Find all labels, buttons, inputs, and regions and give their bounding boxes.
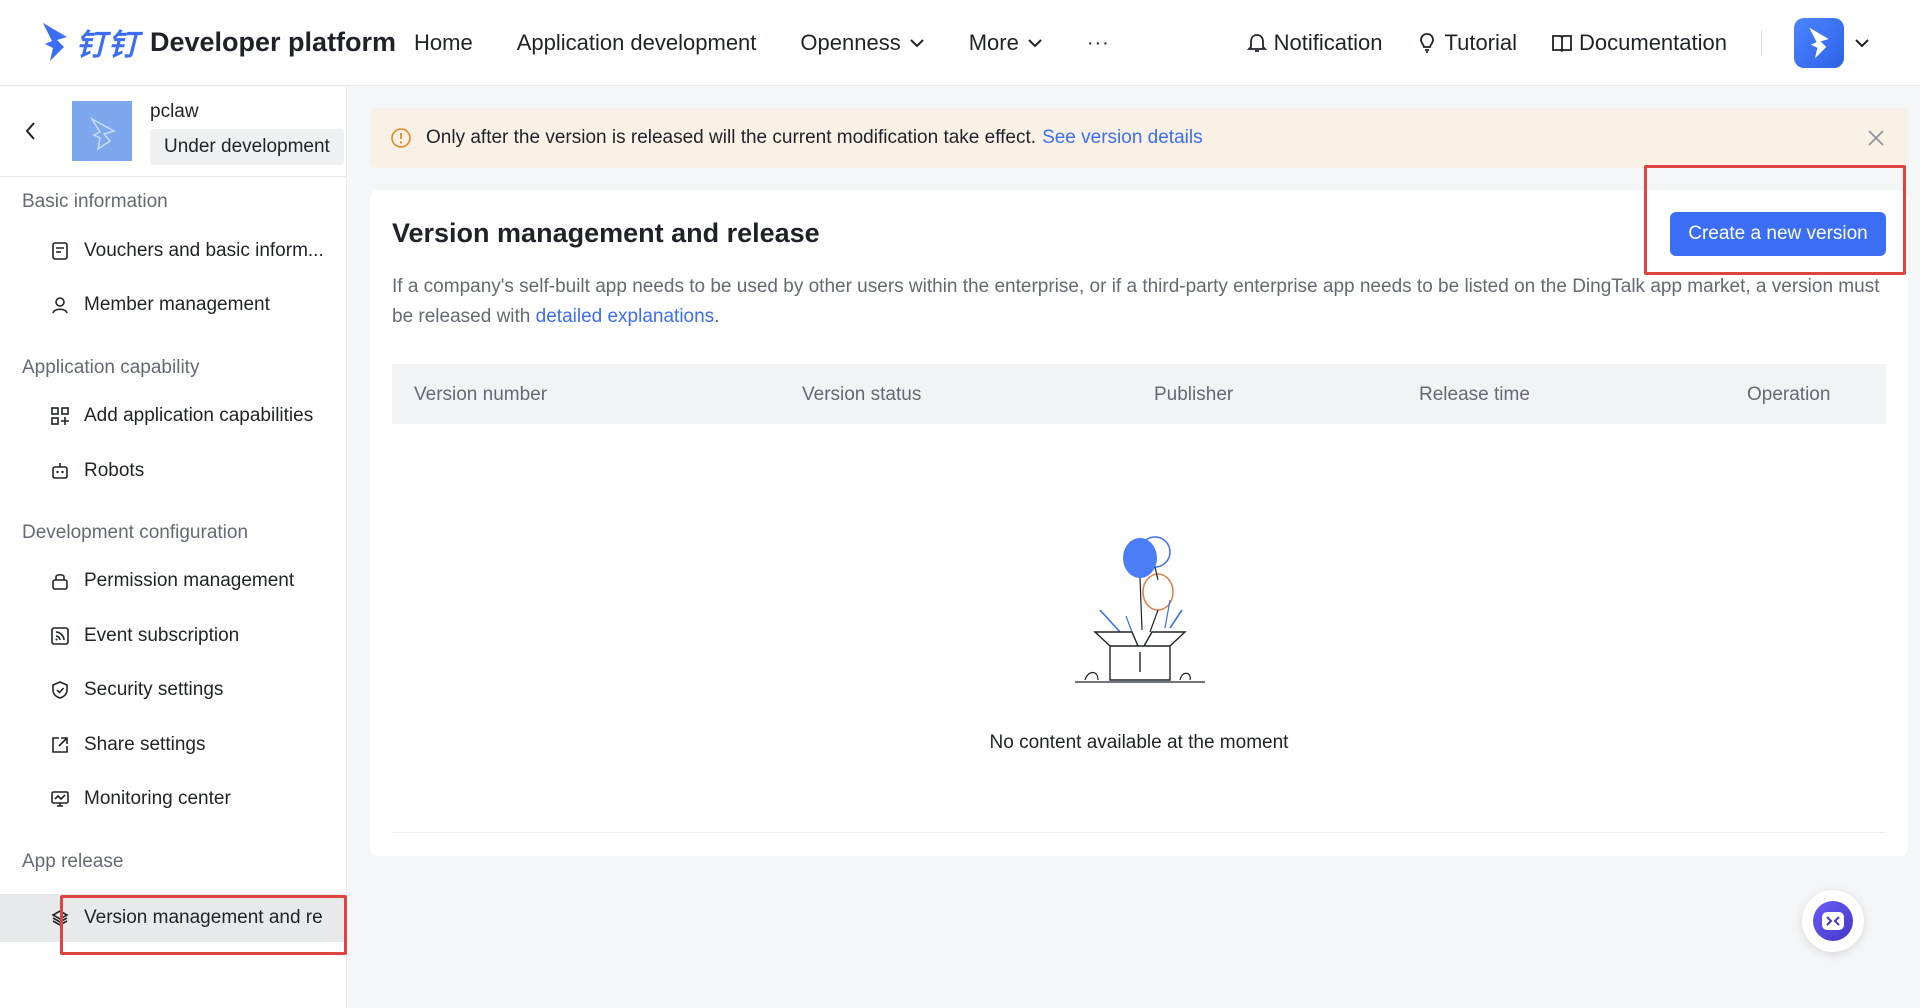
notification-label: Notification <box>1273 30 1383 55</box>
layers-icon <box>51 910 69 926</box>
nav-application-development-label: Application development <box>516 30 757 55</box>
version-management-card: Version management and release Create a … <box>370 190 1908 856</box>
description: If a company's self-built app needs to b… <box>392 272 1892 332</box>
monitor-icon <box>51 791 69 807</box>
column-version-status: Version status <box>802 384 922 405</box>
brand-name: Developer platform <box>150 26 397 57</box>
group-development-configuration: Development configuration <box>22 522 249 543</box>
group-application-capability: Application capability <box>22 357 200 378</box>
user-icon <box>52 297 68 314</box>
see-version-details-link[interactable]: See version details <box>1042 127 1203 149</box>
group-basic-information: Basic information <box>22 191 168 212</box>
sidebar-item-add-capabilities[interactable]: Add application capabilities <box>0 392 346 440</box>
column-release-time: Release time <box>1419 384 1530 405</box>
chevron-down-icon <box>909 39 924 48</box>
main-nav: Home Application development Openness Mo… <box>414 0 1110 86</box>
detailed-explanations-link[interactable]: detailed explanations <box>536 306 715 327</box>
app-name: pclaw <box>150 101 199 122</box>
sidebar-item-label: Member management <box>84 294 270 315</box>
sidebar-item-member-management[interactable]: Member management <box>0 281 346 329</box>
nav-openness-label: Openness <box>800 30 901 55</box>
sidebar-item-event-subscription[interactable]: Event subscription <box>0 612 346 660</box>
nav-home[interactable]: Home <box>414 30 473 56</box>
empty-state-text: No content available at the moment <box>989 732 1289 753</box>
column-version-number: Version number <box>414 384 548 405</box>
sidebar-item-monitoring-center[interactable]: Monitoring center <box>0 775 346 823</box>
document-icon <box>52 242 68 260</box>
book-icon <box>1552 35 1572 53</box>
create-new-version-button[interactable]: Create a new version <box>1670 212 1886 256</box>
card-divider <box>392 832 1886 833</box>
rss-icon <box>51 627 69 645</box>
bell-icon <box>1246 34 1267 52</box>
brand[interactable]: 钉钉 Developer platform <box>40 16 396 68</box>
close-icon[interactable] <box>1866 128 1886 148</box>
sidebar-item-label: Permission management <box>84 570 295 591</box>
app-logo-icon <box>89 116 116 151</box>
dingtalk-logo-icon <box>43 23 67 61</box>
documentation-label: Documentation <box>1579 30 1727 55</box>
sidebar-item-label: Vouchers and basic inform... <box>84 240 324 261</box>
sidebar-item-vouchers[interactable]: Vouchers and basic inform... <box>0 227 346 275</box>
dingtalk-avatar-icon <box>1809 27 1829 59</box>
nav-home-label: Home <box>414 30 473 55</box>
robot-icon <box>52 463 68 479</box>
top-navigation-bar: 钉钉 Developer platform Home Application d… <box>0 0 1920 86</box>
share-icon <box>52 737 68 753</box>
grid-add-icon <box>51 407 69 425</box>
chevron-left-icon[interactable] <box>22 119 38 143</box>
sidebar-item-version-management[interactable]: Version management and re <box>0 894 346 942</box>
header-divider <box>1761 30 1762 56</box>
shield-icon <box>52 681 68 699</box>
assistant-icon <box>1813 901 1853 941</box>
chevron-down-icon <box>1028 39 1042 48</box>
nav-application-development[interactable]: Application development <box>517 30 757 56</box>
sidebar-item-share-settings[interactable]: Share settings <box>0 721 346 769</box>
app-header: pclaw Under development <box>0 87 346 177</box>
user-avatar[interactable] <box>1794 18 1844 68</box>
floating-assistant-button[interactable] <box>1802 890 1864 952</box>
nav-more-dots[interactable]: ··· <box>1087 32 1110 55</box>
lightbulb-icon <box>1420 33 1435 53</box>
sidebar-item-label: Event subscription <box>84 625 240 646</box>
app-status-badge: Under development <box>150 129 344 165</box>
sidebar-item-label: Robots <box>84 460 145 481</box>
description-end: . <box>714 306 720 327</box>
sidebar-item-label: Add application capabilities <box>84 405 314 426</box>
sidebar-item-label: Share settings <box>84 734 206 755</box>
sidebar-item-robots[interactable]: Robots <box>0 447 346 495</box>
sidebar-item-label: Version management and re <box>84 907 323 928</box>
sidebar: pclaw Under development Basic informatio… <box>0 87 347 1008</box>
chat-bot-icon <box>1822 912 1844 930</box>
tutorial-link[interactable]: Tutorial <box>1416 30 1517 56</box>
banner-text: Only after the version is released will … <box>426 127 1037 148</box>
nav-more-label: More <box>968 30 1019 55</box>
column-operation: Operation <box>1747 384 1831 405</box>
page-title: Version management and release <box>392 218 820 248</box>
warning-icon <box>391 128 411 148</box>
sidebar-item-permission-management[interactable]: Permission management <box>0 557 346 605</box>
group-app-release: App release <box>22 851 124 872</box>
sidebar-item-label: Security settings <box>84 679 224 700</box>
notification-link[interactable]: Notification <box>1246 30 1383 56</box>
sidebar-item-security-settings[interactable]: Security settings <box>0 666 346 714</box>
sidebar-item-label: Monitoring center <box>84 788 231 809</box>
table-header: Version number Version status Publisher … <box>392 364 1886 424</box>
app-thumbnail <box>72 101 132 161</box>
header-right-actions: Notification Tutorial Documentation <box>1246 0 1920 86</box>
lock-icon <box>52 573 68 590</box>
nav-openness[interactable]: Openness <box>800 30 924 56</box>
chevron-down-icon[interactable] <box>1854 38 1870 48</box>
empty-state-balloons-illustration <box>1075 536 1205 683</box>
nav-more[interactable]: More <box>969 30 1043 56</box>
column-publisher: Publisher <box>1154 384 1234 405</box>
documentation-link[interactable]: Documentation <box>1551 30 1727 56</box>
info-banner: Only after the version is released will … <box>370 108 1908 168</box>
brand-chinese-wordmark: 钉钉 <box>76 29 140 62</box>
tutorial-label: Tutorial <box>1444 30 1518 55</box>
